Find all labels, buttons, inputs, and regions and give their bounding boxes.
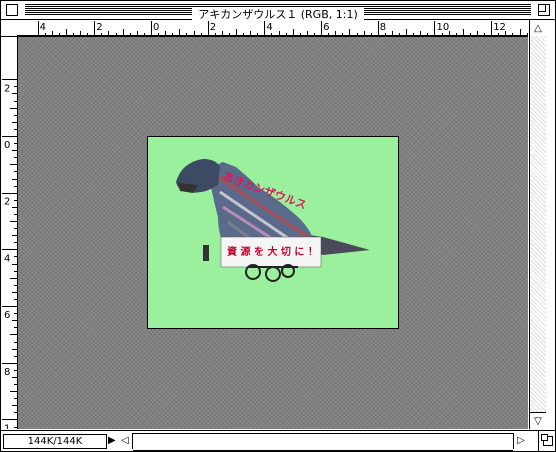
status-bar: 144K/144K ▶ ◁ ▷ [1, 430, 555, 451]
ruler-label: 4 [40, 22, 46, 33]
ruler-label: 2 [96, 22, 102, 33]
left-arrow-icon[interactable]: ◁ [118, 433, 133, 449]
ruler-label: 1 [4, 424, 10, 430]
zoom-box-icon[interactable] [538, 4, 550, 16]
up-arrow-icon[interactable]: △ [530, 20, 546, 37]
horizontal-scroll-track[interactable] [133, 433, 513, 451]
vertical-ruler[interactable]: 2 0 2 4 6 8 1 [1, 37, 18, 435]
ruler-label: 12 [493, 22, 506, 33]
vertical-ruler-svg: 2 0 2 4 6 8 1 [2, 79, 17, 435]
banner-text: 資 源 を 大 切 に ！ [227, 245, 318, 258]
document-image[interactable]: あきカンザウルス 資 源 を 大 切 に ！ [147, 136, 399, 329]
right-arrow-icon[interactable]: ▷ [513, 433, 528, 449]
ruler-label: 2 [4, 197, 10, 208]
ruler-label: 8 [380, 22, 386, 33]
vertical-scrollbar[interactable]: △ ▽ [529, 20, 546, 429]
size-box-icon[interactable] [538, 431, 555, 451]
document-window: アキカンザウルス１ (RGB, 1:1) 4 2 0 2 4 6 8 10 12 2 0 2 4 6 8 1 [0, 0, 556, 452]
dinosaur-photo: あきカンザウルス 資 源 を 大 切 に ！ [148, 137, 398, 328]
down-arrow-icon[interactable]: ▽ [530, 412, 546, 429]
canvas-area[interactable]: あきカンザウルス 資 源 を 大 切 に ！ [18, 37, 528, 429]
ruler-label: 2 [4, 83, 10, 94]
ruler-label: 8 [4, 367, 10, 378]
ruler-label: 2 [210, 22, 216, 33]
ruler-label: 4 [266, 22, 272, 33]
horizontal-ruler-svg: 4 2 0 2 4 6 8 10 12 [17, 21, 528, 36]
ruler-label: 4 [4, 253, 10, 264]
vertical-scroll-track[interactable] [530, 36, 546, 413]
ruler-label: 0 [153, 22, 159, 33]
ruler-label: 0 [4, 140, 10, 151]
ruler-label: 6 [4, 310, 10, 321]
title-bar[interactable]: アキカンザウルス１ (RGB, 1:1) [1, 1, 555, 21]
ruler-label: 6 [323, 22, 329, 33]
ruler-label: 10 [437, 22, 450, 33]
document-size-readout[interactable]: 144K/144K [3, 434, 107, 449]
ruler-origin[interactable] [1, 20, 18, 37]
horizontal-scrollbar[interactable]: ◁ ▷ [118, 431, 528, 451]
status-popup-arrow-icon[interactable]: ▶ [108, 434, 118, 447]
horizontal-ruler[interactable]: 4 2 0 2 4 6 8 10 12 [17, 20, 528, 37]
